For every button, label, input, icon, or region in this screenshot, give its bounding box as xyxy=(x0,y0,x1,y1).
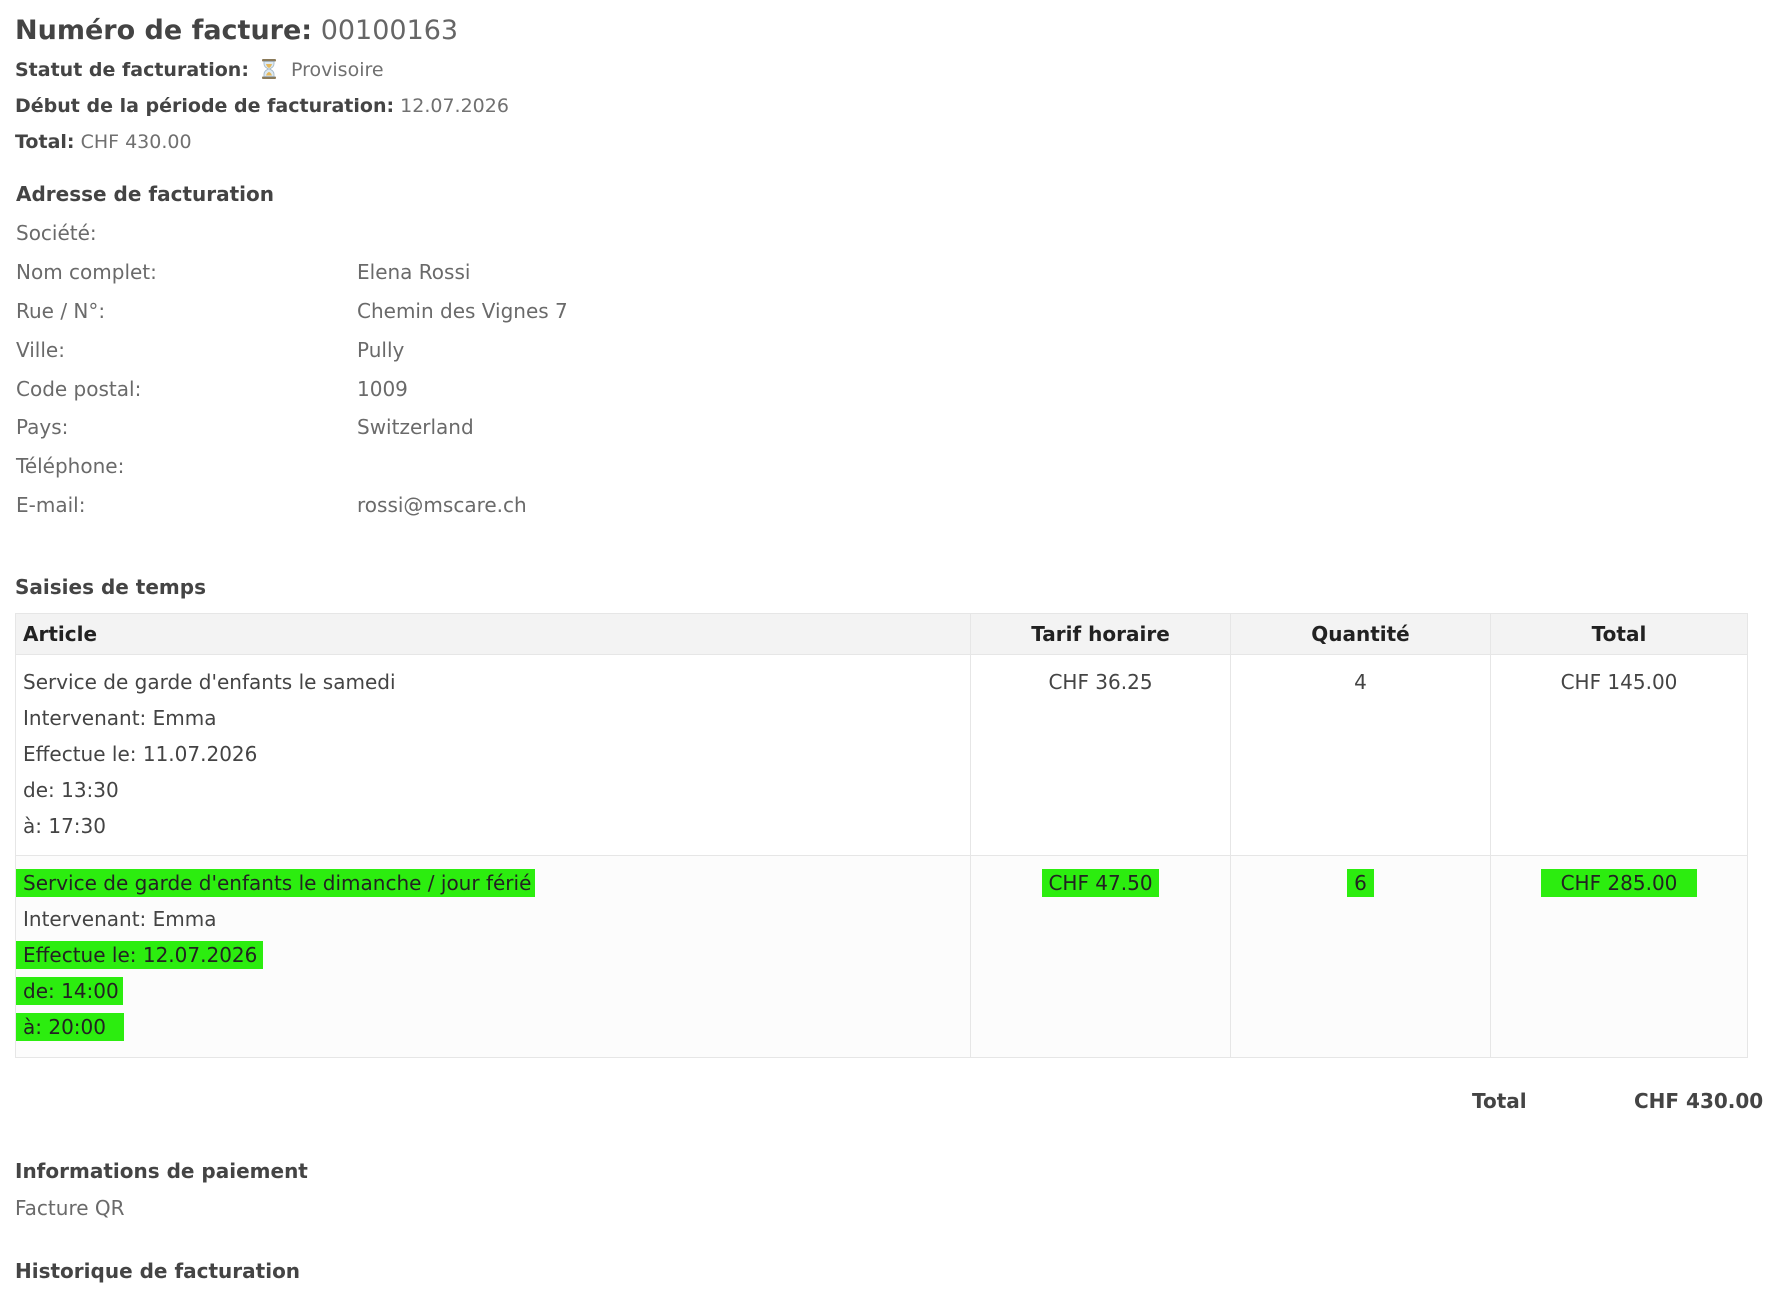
row-total-cell: CHF 285.00 xyxy=(1490,855,1748,1058)
address-label-postal-code: Code postal: xyxy=(16,377,142,401)
row-total-value: CHF 145.00 xyxy=(1560,670,1678,694)
table-row: Service de garde d'enfants le dimanche /… xyxy=(15,855,1748,1058)
address-label-fullname: Nom complet: xyxy=(16,260,157,284)
billing-period: Début de la période de facturation: 12.0… xyxy=(15,93,509,119)
table-row: Service de garde d'enfants le samedi Int… xyxy=(15,654,1748,856)
quantity-cell: 6 xyxy=(1230,855,1491,1058)
address-label-email: E-mail: xyxy=(16,493,86,517)
article-cell: Service de garde d'enfants le samedi Int… xyxy=(15,654,971,856)
article-to: à: 20:00 xyxy=(16,1013,124,1041)
address-label-city: Ville: xyxy=(16,338,65,362)
quantity-value: 4 xyxy=(1354,670,1367,694)
billing-status-value: Provisoire xyxy=(291,59,384,81)
article-name: Service de garde d'enfants le dimanche /… xyxy=(16,869,536,897)
billing-history-heading: Historique de facturation xyxy=(15,1259,301,1283)
billing-address-heading: Adresse de facturation xyxy=(16,182,275,206)
hourglass-icon xyxy=(259,58,279,80)
rate-value: CHF 47.50 xyxy=(1042,869,1159,897)
time-entries-table: Article Tarif horaire Quantité Total Ser… xyxy=(15,613,1748,1058)
address-value-fullname: Elena Rossi xyxy=(357,260,471,284)
article-from: de: 14:00 xyxy=(16,977,123,1005)
address-value-country: Switzerland xyxy=(357,415,474,439)
billing-status: Statut de facturation: Provisoire xyxy=(15,57,384,83)
billing-period-value: 12.07.2026 xyxy=(400,95,509,117)
table-header-row: Article Tarif horaire Quantité Total xyxy=(15,613,1748,655)
article-worker: Intervenant: Emma xyxy=(23,706,217,730)
invoice-total: Total: CHF 430.00 xyxy=(15,129,192,155)
article-date: Effectue le: 11.07.2026 xyxy=(23,742,258,766)
invoice-total-label: Total: xyxy=(15,131,75,153)
address-value-email: rossi@mscare.ch xyxy=(357,493,527,517)
row-total-cell: CHF 145.00 xyxy=(1490,654,1748,856)
article-to: à: 17:30 xyxy=(23,814,106,838)
payment-method: Facture QR xyxy=(15,1196,125,1220)
payment-info-heading: Informations de paiement xyxy=(15,1159,308,1183)
address-value-city: Pully xyxy=(357,338,405,362)
rate-value: CHF 36.25 xyxy=(1048,670,1153,694)
quantity-cell: 4 xyxy=(1230,654,1491,856)
address-label-phone: Téléphone: xyxy=(16,454,125,478)
invoice-number-heading: Numéro de facture: 00100163 xyxy=(15,14,458,48)
column-header-quantity: Quantité xyxy=(1230,613,1491,655)
article-cell: Service de garde d'enfants le dimanche /… xyxy=(15,855,971,1058)
invoice-number-label: Numéro de facture: xyxy=(15,15,313,46)
column-header-rate: Tarif horaire xyxy=(970,613,1231,655)
address-value-street: Chemin des Vignes 7 xyxy=(357,299,568,323)
rate-cell: CHF 47.50 xyxy=(970,855,1231,1058)
invoice-number-value: 00100163 xyxy=(320,15,459,46)
quantity-value: 6 xyxy=(1347,869,1374,897)
invoice-total-value: CHF 430.00 xyxy=(80,131,192,153)
article-from: de: 13:30 xyxy=(23,778,119,802)
grand-total-value: CHF 430.00 xyxy=(1634,1089,1764,1113)
article-worker: Intervenant: Emma xyxy=(23,907,217,931)
column-header-article: Article xyxy=(15,613,971,655)
rate-cell: CHF 36.25 xyxy=(970,654,1231,856)
grand-total-label: Total xyxy=(1472,1089,1527,1113)
column-header-total: Total xyxy=(1490,613,1748,655)
article-name: Service de garde d'enfants le samedi xyxy=(23,670,396,694)
address-label-country: Pays: xyxy=(16,415,69,439)
billing-period-label: Début de la période de facturation: xyxy=(15,95,395,117)
address-value-postal-code: 1009 xyxy=(357,377,408,401)
address-label-company: Société: xyxy=(16,221,97,245)
article-date: Effectue le: 12.07.2026 xyxy=(16,941,264,969)
time-entries-heading: Saisies de temps xyxy=(15,575,206,599)
billing-status-label: Statut de facturation: xyxy=(15,59,249,81)
row-total-value: CHF 285.00 xyxy=(1540,869,1698,897)
address-label-street: Rue / N°: xyxy=(16,299,106,323)
